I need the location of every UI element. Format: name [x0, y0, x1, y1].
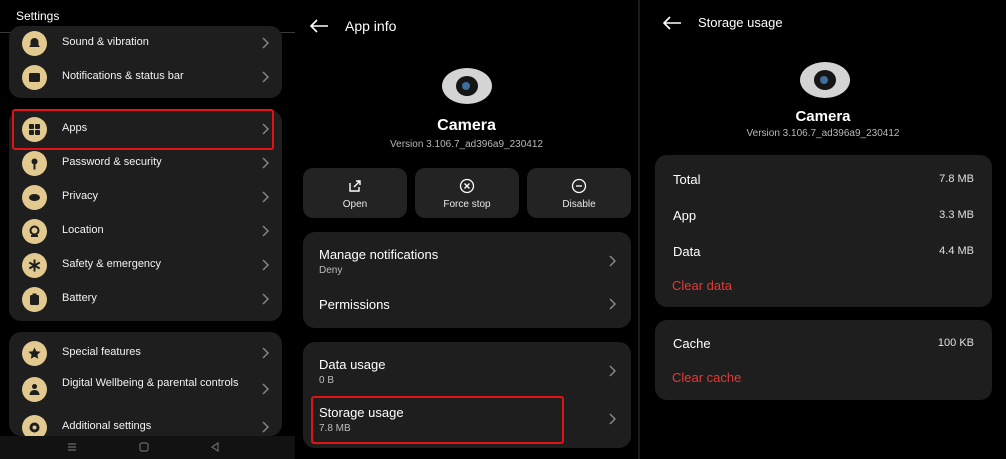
item-title: Manage notifications [319, 247, 439, 262]
chevron-right-icon [262, 293, 269, 305]
app-label: App [673, 208, 697, 223]
app-value: 3.3 MB [939, 209, 974, 221]
privacy-icon [22, 185, 47, 210]
chevron-right-icon [262, 383, 269, 395]
close-circle-icon [459, 178, 475, 194]
settings-item-sound-vibration[interactable]: Sound & vibration [9, 26, 282, 60]
item-title: Permissions [319, 297, 390, 312]
settings-item-location[interactable]: Location [9, 214, 282, 248]
app-name: Camera [795, 108, 851, 125]
item-label: Location [62, 224, 104, 236]
app-version: Version 3.106.7_ad396a9_230412 [390, 139, 543, 150]
item-label: Special features [62, 346, 141, 358]
item-label: Sound & vibration [62, 36, 149, 48]
clear-data-button[interactable]: Clear data [672, 278, 732, 293]
settings-item-privacy[interactable]: Privacy [9, 180, 282, 214]
back-nav-icon[interactable] [209, 441, 221, 453]
disable-label: Disable [562, 199, 596, 210]
settings-group-more: Special features Digital Wellbeing & par… [9, 332, 282, 440]
settings-item-special-features[interactable]: Special features [9, 336, 282, 370]
settings-item-password-security[interactable]: Password & security [9, 146, 282, 180]
total-value: 7.8 MB [939, 173, 974, 185]
minus-circle-icon [571, 178, 587, 194]
navigation-bar [0, 436, 295, 459]
camera-app-icon [800, 62, 850, 98]
chevron-right-icon [262, 225, 269, 237]
apps-highlight-box [12, 109, 274, 150]
total-label: Total [673, 172, 701, 187]
data-value: 4.4 MB [939, 245, 974, 257]
app-version: Version 3.106.7_ad396a9_230412 [746, 128, 900, 139]
location-icon [22, 219, 47, 244]
app-name: Camera [437, 117, 496, 134]
chevron-right-icon [609, 365, 616, 377]
open-icon [349, 180, 361, 192]
permissions-item[interactable]: Permissions [303, 288, 631, 328]
settings-group-sound: Sound & vibration Notifications & status… [9, 26, 282, 98]
chevron-right-icon [609, 255, 616, 267]
menu-icon[interactable] [66, 441, 78, 453]
chevron-right-icon [262, 259, 269, 271]
page-title: Storage usage [698, 15, 783, 30]
total-row: Total 7.8 MB [655, 172, 992, 192]
data-usage-item[interactable]: Data usage 0 B [303, 350, 631, 390]
settings-item-battery[interactable]: Battery [9, 282, 282, 316]
item-title: Data usage [319, 357, 386, 372]
item-subtitle: 0 B [319, 375, 335, 386]
asterisk-icon [22, 253, 47, 278]
item-label: Password & security [62, 156, 162, 168]
key-icon [22, 151, 47, 176]
notifications-permissions-card: Manage notifications Deny Permissions [303, 232, 631, 328]
wellbeing-icon [22, 377, 47, 402]
storage-usage-panel: Storage usage Camera Version 3.106.7_ad3… [640, 0, 1006, 459]
data-label: Data [673, 244, 701, 259]
bell-icon [22, 31, 47, 56]
data-row: Data 4.4 MB [655, 244, 992, 264]
storage-breakdown-card: Total 7.8 MB App 3.3 MB Data 4.4 MB Clea… [655, 155, 992, 307]
item-subtitle: Deny [319, 265, 343, 276]
settings-panel: Settings Sound & vibration Notifications… [0, 0, 295, 459]
camera-app-icon [442, 68, 492, 104]
chevron-right-icon [262, 191, 269, 203]
chevron-right-icon [262, 71, 269, 83]
chevron-right-icon [262, 347, 269, 359]
storage-usage-highlight-box [311, 396, 564, 444]
cache-row: Cache 100 KB [655, 336, 992, 356]
force-stop-button[interactable]: Force stop [415, 168, 519, 218]
open-label: Open [342, 199, 368, 210]
chevron-right-icon [262, 157, 269, 169]
item-label: Safety & emergency [62, 258, 162, 270]
open-button[interactable]: Open [303, 168, 407, 218]
star-icon [22, 341, 47, 366]
cache-label: Cache [673, 336, 711, 351]
item-label: Additional settings [62, 420, 152, 432]
item-label: Battery [62, 292, 97, 304]
app-row: App 3.3 MB [655, 208, 992, 228]
force-stop-label: Force stop [443, 199, 491, 210]
cache-card: Cache 100 KB Clear cache [655, 320, 992, 400]
settings-item-notifications[interactable]: Notifications & status bar [9, 60, 282, 94]
notification-icon [22, 65, 47, 90]
chevron-right-icon [262, 421, 269, 433]
item-label: Privacy [62, 190, 99, 202]
item-label: Notifications & status bar [62, 70, 184, 82]
back-arrow-icon[interactable] [662, 16, 682, 30]
clear-cache-button[interactable]: Clear cache [672, 370, 741, 385]
back-arrow-icon[interactable] [309, 19, 329, 33]
app-info-panel: App info Camera Version 3.106.7_ad396a9_… [295, 0, 638, 459]
settings-title: Settings [16, 9, 60, 23]
manage-notifications-item[interactable]: Manage notifications Deny [303, 240, 631, 280]
settings-item-safety-emergency[interactable]: Safety & emergency [9, 248, 282, 282]
battery-icon [22, 287, 47, 312]
chevron-right-icon [609, 413, 616, 425]
home-icon[interactable] [138, 441, 150, 453]
settings-item-digital-wellbeing[interactable]: Digital Wellbeing & parental controls [9, 372, 282, 406]
disable-button[interactable]: Disable [527, 168, 631, 218]
chevron-right-icon [609, 298, 616, 310]
item-label: Digital Wellbeing & parental controls [62, 377, 239, 389]
chevron-right-icon [262, 37, 269, 49]
cache-value: 100 KB [937, 337, 974, 349]
page-title: App info [345, 18, 397, 34]
